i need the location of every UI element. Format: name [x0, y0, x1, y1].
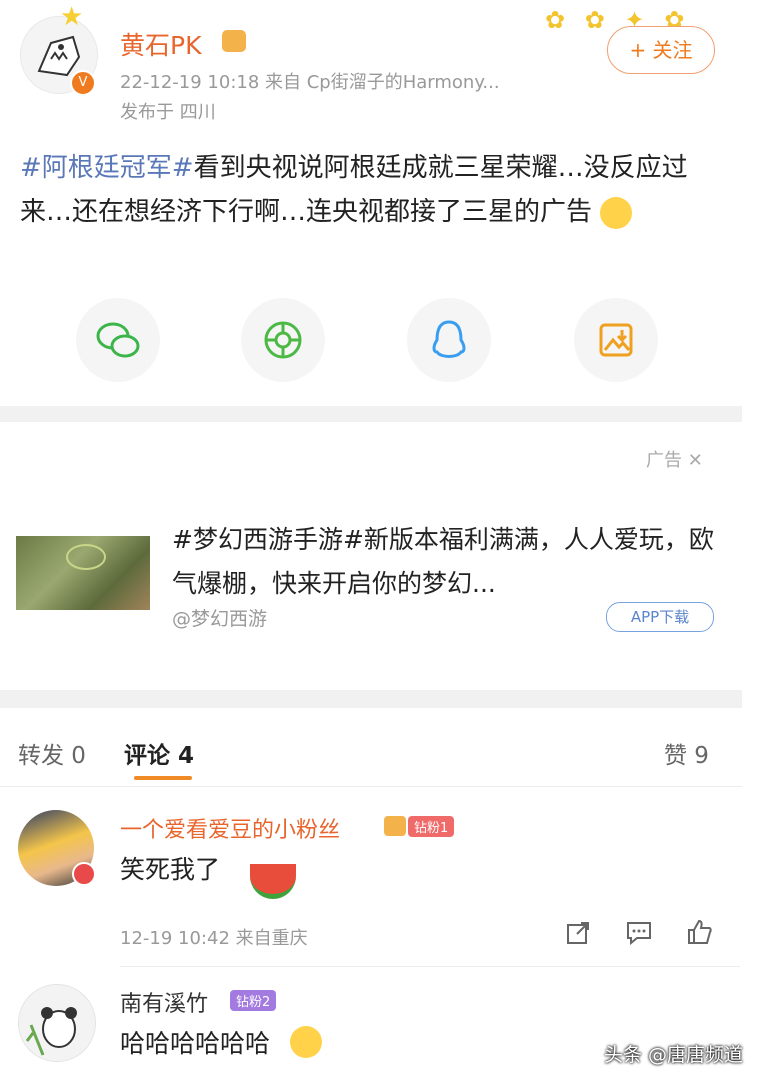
panda-icon	[25, 1007, 77, 1056]
tab-divider	[0, 786, 742, 787]
ad-title[interactable]: #梦幻西游手游#新版本福利满满，人人爱玩，欧气爆棚，快来开启你的梦幻...	[172, 518, 717, 606]
crown-icon	[222, 30, 246, 52]
share-moments-button[interactable]	[241, 298, 325, 382]
post-meta: 22-12-19 10:18 来自 Cp街溜子的Harmony...	[120, 72, 500, 93]
app-download-label: APP下载	[630, 608, 690, 626]
laugh-cry-emoji-icon	[290, 1026, 322, 1058]
comment-divider	[120, 966, 740, 967]
follow-label: + 关注	[629, 38, 693, 62]
tab-repost[interactable]: 转发 0	[18, 736, 86, 770]
reply-icon[interactable]	[625, 920, 653, 950]
section-divider	[0, 406, 742, 422]
fan-badge: 钻粉2	[230, 990, 277, 1011]
ad-tag[interactable]: 广告 ✕	[646, 446, 703, 472]
save-image-icon	[599, 323, 633, 357]
share-comment-icon[interactable]	[565, 920, 591, 950]
commenter-avatar[interactable]	[18, 984, 96, 1062]
author-name[interactable]: 黄石PK	[120, 26, 201, 62]
verified-badge: V	[70, 70, 96, 96]
moments-icon	[264, 321, 302, 359]
post-location: 发布于 四川	[120, 102, 216, 123]
commenter-name[interactable]: 南有溪竹	[120, 986, 208, 1018]
post-text: #阿根廷冠军#看到央视说阿根廷成就三星荣耀…没反应过来…还在想经济下行啊…连央视…	[20, 146, 720, 234]
topic-link[interactable]: #阿根廷冠军#	[20, 153, 194, 183]
follow-button[interactable]: + 关注	[607, 26, 715, 74]
share-wechat-button[interactable]	[76, 298, 160, 382]
tab-likes[interactable]: 赞 9	[664, 736, 709, 770]
watermelon-emoji-icon	[250, 864, 296, 899]
star-decoration-icon: ★	[60, 2, 84, 32]
tab-active-indicator	[134, 776, 192, 780]
ad-tag-label: 广告	[646, 450, 682, 471]
commenter-name[interactable]: 一个爱看爱豆的小粉丝	[120, 812, 340, 844]
close-icon[interactable]: ✕	[688, 450, 703, 471]
comment-text: 哈哈哈哈哈哈	[120, 1029, 271, 1058]
save-image-button[interactable]	[574, 298, 658, 382]
laugh-cry-emoji-icon	[600, 196, 633, 229]
share-qq-button[interactable]	[407, 298, 491, 382]
qq-icon	[432, 320, 466, 358]
tab-comments[interactable]: 评论 4	[124, 736, 194, 770]
crown-icon	[384, 816, 406, 836]
comment-meta: 12-19 10:42 来自重庆	[120, 928, 308, 949]
fan-badge: 钻粉1	[408, 816, 455, 837]
ad-account[interactable]: @梦幻西游	[172, 604, 267, 631]
app-download-button[interactable]: APP下载	[606, 602, 714, 632]
wechat-icon	[96, 322, 140, 358]
section-divider-2	[0, 690, 742, 708]
comment-text: 笑死我了	[120, 855, 221, 884]
like-icon[interactable]	[686, 918, 714, 950]
commenter-badge-icon	[72, 862, 96, 886]
ad-image[interactable]	[16, 536, 150, 610]
watermark: 头条 @唐唐频道	[604, 1044, 744, 1066]
